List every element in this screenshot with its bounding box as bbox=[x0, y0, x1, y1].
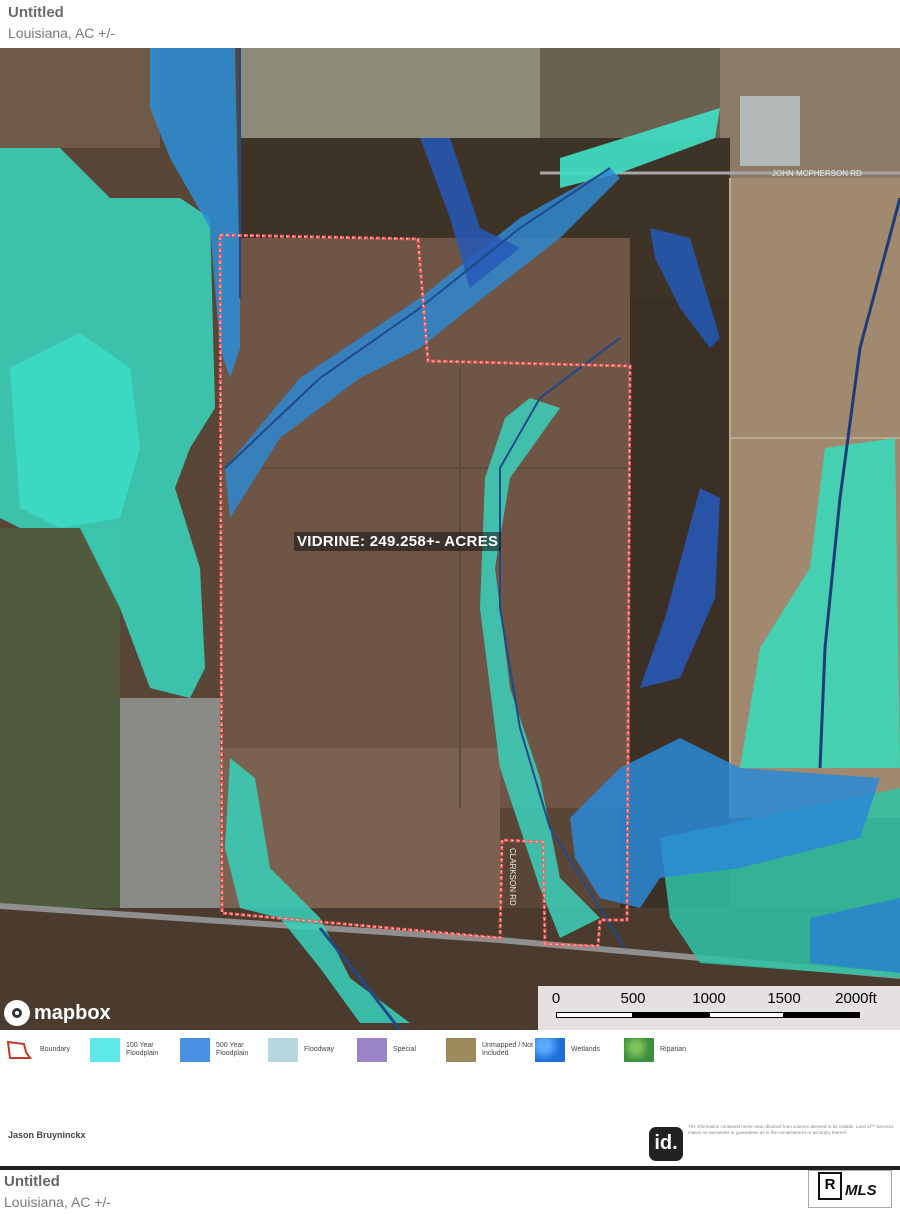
legend-label: 500 Year Floodplain bbox=[216, 1042, 249, 1057]
scale-label-500: 500 bbox=[620, 990, 646, 1007]
legend-label: Boundary bbox=[40, 1046, 70, 1053]
substation bbox=[740, 96, 800, 166]
legend-item-boundary: Boundary bbox=[4, 1038, 70, 1062]
legend-item-riparian: Riparian bbox=[624, 1038, 686, 1062]
scale-segment bbox=[633, 1012, 709, 1018]
scale-label-2000: 2000ft bbox=[835, 990, 877, 1007]
footer-title: Untitled bbox=[4, 1173, 60, 1190]
unmapped-swatch bbox=[446, 1038, 476, 1062]
industrial-site bbox=[120, 698, 220, 908]
mapbox-icon bbox=[4, 1000, 30, 1026]
scale-label-1000: 1000 bbox=[692, 990, 726, 1007]
legend-label: Wetlands bbox=[571, 1046, 601, 1053]
map-view[interactable]: JOHN MCPHERSON RD CLARKSON RD VIDRINE: 2… bbox=[0, 48, 900, 1030]
floodplain-500-swatch bbox=[180, 1038, 210, 1062]
page-subtitle: Louisiana, AC +/- bbox=[8, 25, 116, 41]
scale-segment bbox=[556, 1012, 633, 1018]
floodplain-100-swatch bbox=[90, 1038, 120, 1062]
realtor-icon: R bbox=[818, 1172, 842, 1200]
road-label-vertical: CLARKSON RD bbox=[508, 848, 517, 906]
scale-segment bbox=[784, 1012, 860, 1018]
legend-item-special: Special bbox=[357, 1038, 416, 1062]
legend-label: Special bbox=[393, 1046, 416, 1053]
land-id-logo-icon: id. bbox=[649, 1127, 683, 1161]
riparian-swatch bbox=[624, 1038, 654, 1062]
legend-label: Floodway bbox=[304, 1046, 334, 1053]
legend-label: Riparian bbox=[660, 1046, 687, 1053]
scale-segment bbox=[709, 1012, 784, 1018]
legend-item-floodplain-100: 100 Year Floodplain bbox=[90, 1038, 158, 1062]
scale-bar: 0 500 1000 1500 2000ft bbox=[538, 986, 900, 1030]
legend-label: 100 Year Floodplain bbox=[126, 1042, 159, 1057]
boundary-outline-icon bbox=[6, 1040, 32, 1059]
page-title: Untitled bbox=[8, 4, 64, 21]
page-header: Untitled Louisiana, AC +/- bbox=[0, 0, 900, 48]
parcel-label: VIDRINE: 249.258+- ACRES bbox=[294, 532, 502, 551]
scale-label-1500: 1500 bbox=[767, 990, 801, 1007]
road-label-top: JOHN MCPHERSON RD bbox=[772, 169, 862, 178]
floodway-swatch bbox=[268, 1038, 298, 1062]
disclaimer-text: The information contained herein was obt… bbox=[688, 1124, 894, 1135]
divider bbox=[0, 1166, 900, 1170]
legend-item-floodway: Floodway bbox=[268, 1038, 334, 1062]
scale-label-0: 0 bbox=[551, 990, 561, 1007]
legend-item-floodplain-500: 500 Year Floodplain bbox=[180, 1038, 248, 1062]
wetlands-swatch bbox=[535, 1038, 565, 1062]
mapbox-attribution[interactable]: mapbox bbox=[4, 1000, 111, 1026]
legend-item-unmapped: Unmapped / Not Included bbox=[446, 1038, 533, 1062]
mls-icon: MLS bbox=[845, 1182, 877, 1199]
map-legend: Boundary 100 Year Floodplain 500 Year Fl… bbox=[0, 1030, 900, 1080]
legend-label: Unmapped / Not Included bbox=[482, 1042, 533, 1057]
footer-subtitle: Louisiana, AC +/- bbox=[4, 1194, 112, 1210]
legend-item-wetlands: Wetlands bbox=[535, 1038, 600, 1062]
special-swatch bbox=[357, 1038, 387, 1062]
agent-name: Jason Bruyninckx bbox=[8, 1130, 86, 1140]
mapbox-text: mapbox bbox=[34, 1001, 111, 1024]
